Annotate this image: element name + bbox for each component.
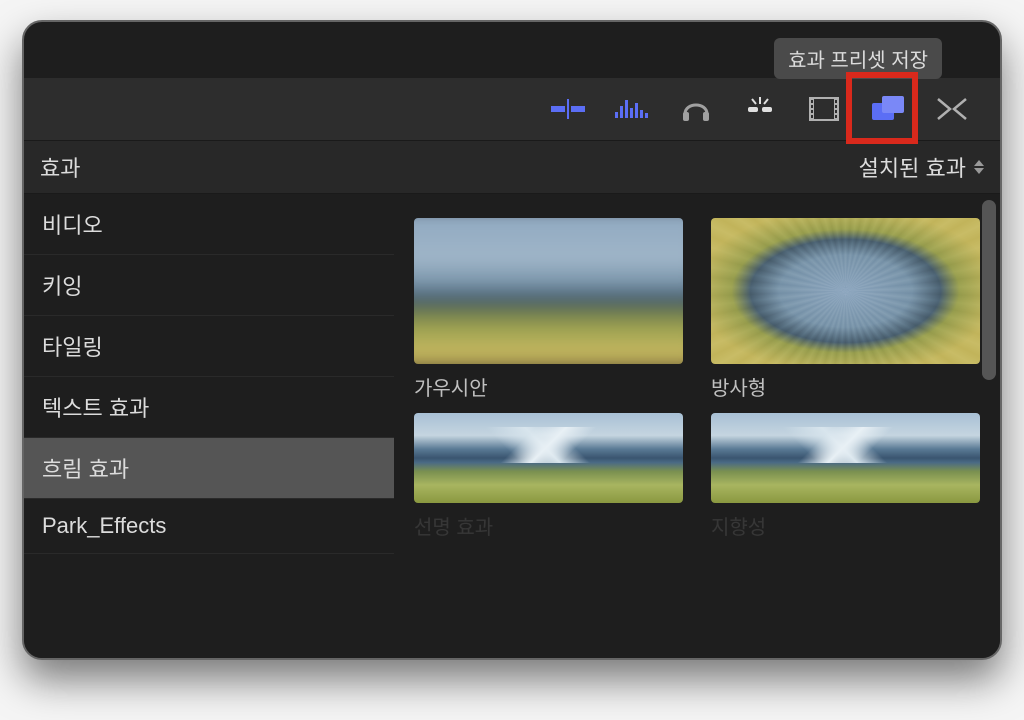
transitions-icon[interactable] bbox=[934, 91, 970, 127]
scrollbar-thumb[interactable] bbox=[982, 200, 996, 380]
sidebar-item-keying[interactable]: 키잉 bbox=[24, 255, 394, 316]
sidebar-item-text-effects[interactable]: 텍스트 효과 bbox=[24, 377, 394, 438]
sidebar-item-video[interactable]: 비디오 bbox=[24, 194, 394, 255]
effect-thumbnail bbox=[414, 218, 683, 364]
color-balance-icon[interactable] bbox=[550, 91, 586, 127]
content-area: 비디오 키잉 타일링 텍스트 효과 흐림 효과 Park_Effects 가우시… bbox=[24, 194, 1000, 658]
effects-grid: 가우시안 방사형 선명 효과 지향성 bbox=[394, 194, 1000, 658]
effect-thumbnail bbox=[711, 413, 980, 503]
effect-sharpen[interactable]: 선명 효과 bbox=[414, 413, 683, 540]
film-frames-icon[interactable] bbox=[806, 91, 842, 127]
effects-header: 효과 설치된 효과 bbox=[24, 140, 1000, 194]
headphones-icon[interactable] bbox=[678, 91, 714, 127]
effect-radial[interactable]: 방사형 bbox=[711, 218, 980, 401]
effects-browser-icon[interactable] bbox=[870, 91, 906, 127]
chevron-updown-icon bbox=[974, 160, 984, 174]
effect-label: 지향성 bbox=[711, 511, 980, 540]
sidebar-item-tiling[interactable]: 타일링 bbox=[24, 316, 394, 377]
effect-thumbnail bbox=[414, 413, 683, 503]
effect-gaussian[interactable]: 가우시안 bbox=[414, 218, 683, 401]
scrollbar[interactable] bbox=[982, 200, 996, 648]
effects-panel-window: 효과 프리셋 저장 효과 설치된 효과 비 bbox=[22, 20, 1002, 660]
sidebar-item-park-effects[interactable]: Park_Effects bbox=[24, 499, 394, 554]
sidebar-item-blur[interactable]: 흐림 효과 bbox=[24, 438, 394, 499]
effect-label: 선명 효과 bbox=[414, 511, 683, 540]
effect-label: 가우시안 bbox=[414, 372, 683, 401]
inspector-toolbar bbox=[24, 78, 1000, 140]
filter-label: 설치된 효과 bbox=[859, 151, 966, 183]
effect-thumbnail bbox=[711, 218, 980, 364]
effect-directional[interactable]: 지향성 bbox=[711, 413, 980, 540]
panel-title: 효과 bbox=[40, 151, 80, 183]
light-burst-icon[interactable] bbox=[742, 91, 778, 127]
save-preset-tooltip: 효과 프리셋 저장 bbox=[774, 38, 942, 79]
effect-label: 방사형 bbox=[711, 372, 980, 401]
category-sidebar: 비디오 키잉 타일링 텍스트 효과 흐림 효과 Park_Effects bbox=[24, 194, 394, 658]
audio-levels-icon[interactable] bbox=[614, 91, 650, 127]
filter-dropdown[interactable]: 설치된 효과 bbox=[859, 151, 984, 183]
